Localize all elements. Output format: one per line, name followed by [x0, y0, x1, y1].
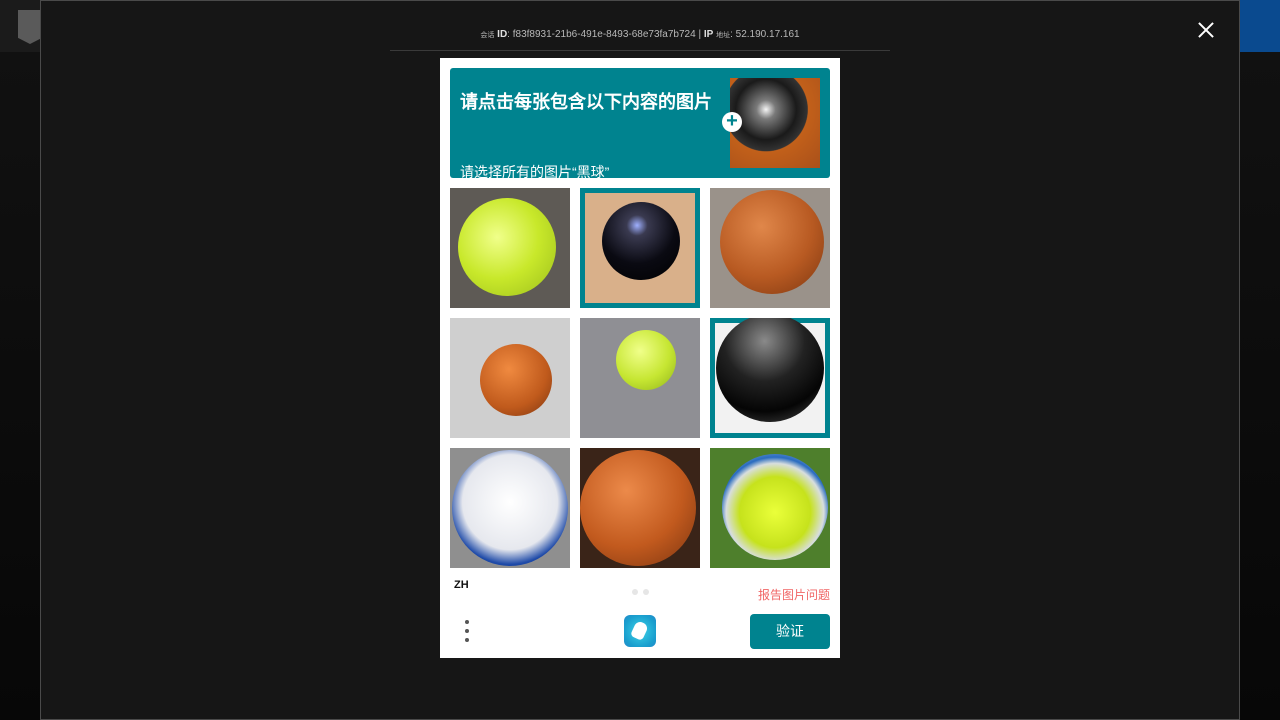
prompt-subtitle: 请选择所有的图片“黑球”: [460, 164, 610, 180]
report-images-link[interactable]: 报告图片问题: [758, 586, 830, 603]
volleyball-image: [452, 450, 568, 566]
basketball-image: [580, 450, 696, 566]
page-indicator-dot: [632, 589, 638, 595]
page-indicator-dot: [643, 589, 649, 595]
challenge-tile-6[interactable]: [710, 318, 830, 438]
black-ball-image: [602, 202, 680, 280]
session-info: 会话 ID: f83f8931-21b6-491e-8493-68e73fa7b…: [480, 29, 800, 40]
challenge-tile-7[interactable]: [450, 448, 570, 568]
epic-games-logo-icon: [18, 10, 42, 44]
verify-button[interactable]: 验证: [750, 614, 830, 649]
plus-icon[interactable]: +: [722, 111, 742, 132]
challenge-tile-8[interactable]: [580, 448, 700, 568]
session-id-value: f83f8931-21b6-491e-8493-68e73fa7b724: [512, 29, 696, 40]
tennis-ball-image: [458, 198, 556, 296]
basketball-image: [480, 344, 552, 416]
tennis-ball-image: [616, 330, 676, 390]
hcaptcha-widget: 请点击每张包含以下内容的图片 请选择所有的图片“黑球” + ZH 报告图片问题 …: [440, 58, 840, 658]
prompt-example-image: [730, 78, 820, 168]
modal-divider: [390, 50, 890, 51]
language-button[interactable]: ZH: [454, 579, 469, 591]
challenge-tile-3[interactable]: [710, 188, 830, 308]
challenge-tile-5[interactable]: [580, 318, 700, 438]
ip-value: 52.190.17.161: [735, 29, 800, 40]
black-ball-image: [716, 318, 824, 422]
background-cta-button: [1238, 0, 1280, 52]
captcha-modal: 会话 ID: f83f8931-21b6-491e-8493-68e73fa7b…: [40, 0, 1240, 720]
challenge-tile-9[interactable]: [710, 448, 830, 568]
session-id-prefix: 会话: [480, 32, 495, 39]
challenge-tile-4[interactable]: [450, 318, 570, 438]
challenge-tile-2[interactable]: [580, 188, 700, 308]
session-separator: |: [698, 29, 702, 40]
prompt-box: 请点击每张包含以下内容的图片 请选择所有的图片“黑球” +: [450, 68, 830, 180]
tennis-ball-image: [722, 454, 828, 560]
ip-suffix: 地址: [716, 32, 731, 39]
session-id-label: ID: [497, 29, 508, 40]
prompt-title: 请点击每张包含以下内容的图片: [460, 92, 712, 112]
more-vertical-icon[interactable]: [462, 618, 472, 646]
hcaptcha-logo-icon[interactable]: [624, 615, 656, 647]
ip-label: IP: [703, 29, 714, 40]
close-icon[interactable]: [1195, 19, 1217, 41]
challenge-tile-1[interactable]: [450, 188, 570, 308]
basketball-image: [720, 190, 824, 294]
